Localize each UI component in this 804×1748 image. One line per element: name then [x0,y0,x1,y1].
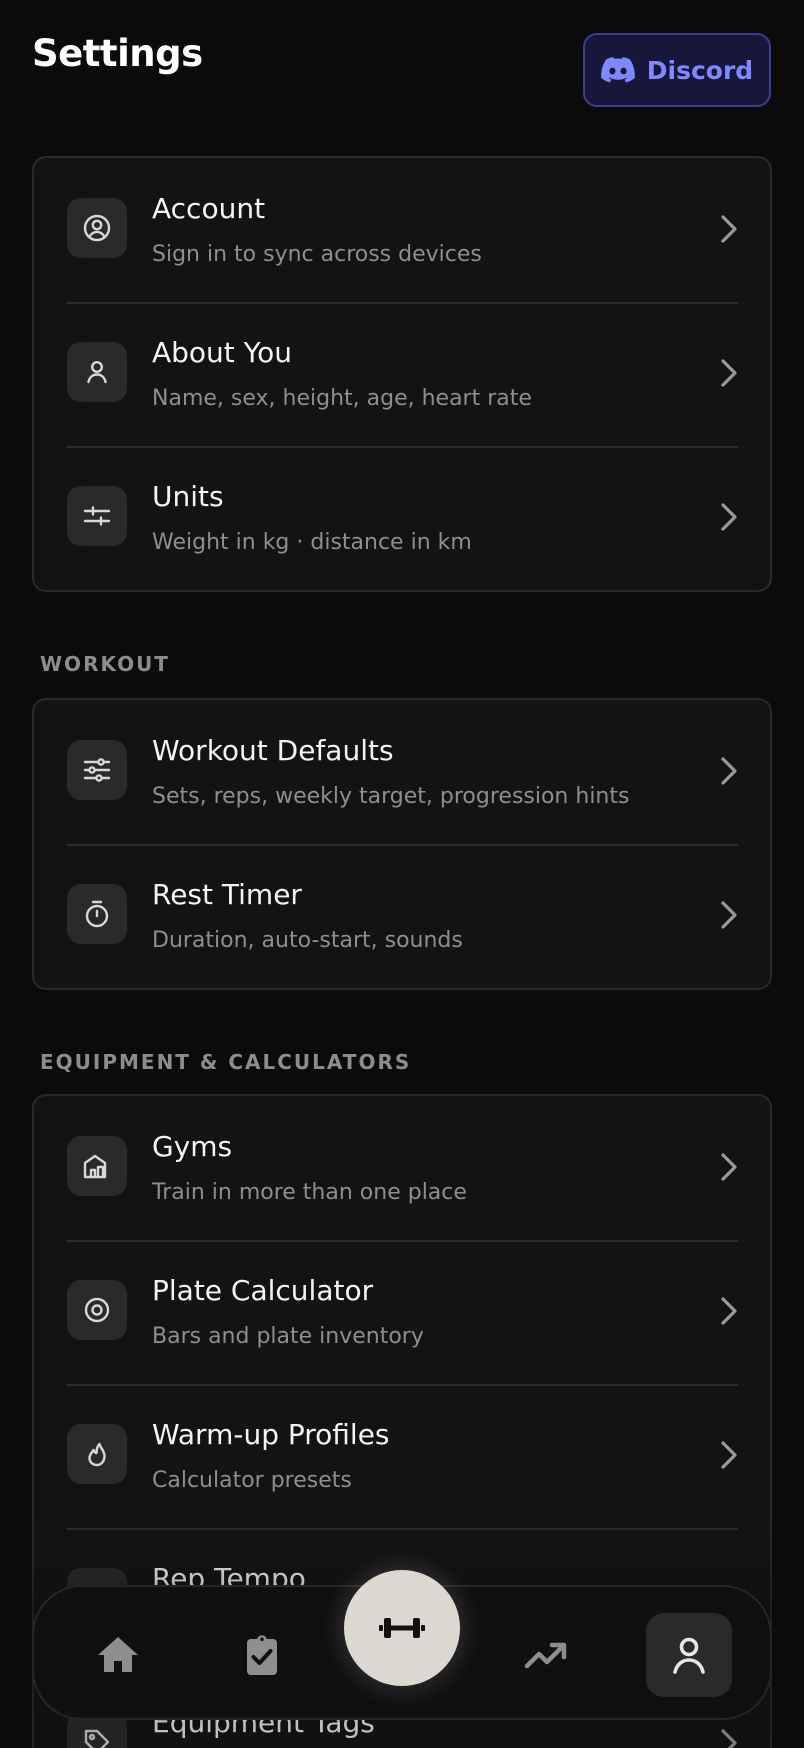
person-icon [67,342,127,402]
settings-row-about-you[interactable]: About You Name, sex, height, age, heart … [34,302,770,446]
header: Settings Discord [0,0,804,120]
row-subtitle: Duration, auto-start, sounds [152,928,463,953]
nav-profile[interactable] [646,1613,732,1697]
settings-row-account[interactable]: Account Sign in to sync across devices [34,158,770,302]
row-title: Workout Defaults [152,734,394,767]
settings-row-gyms[interactable]: Gyms Train in more than one place [34,1096,770,1240]
row-title: Account [152,192,266,225]
row-subtitle: Weight in kg · distance in km [152,530,472,555]
chevron-right-icon [721,901,737,929]
section-label-workout: WORKOUT [40,652,170,676]
discord-icon [600,57,635,83]
gym-icon [67,1136,127,1196]
chevron-right-icon [721,359,737,387]
settings-card-general: Account Sign in to sync across devices A… [32,156,772,592]
chevron-right-icon [721,215,737,243]
chevron-right-icon [721,1729,737,1748]
row-subtitle: Name, sex, height, age, heart rate [152,386,532,411]
settings-row-plate-calculator[interactable]: Plate Calculator Bars and plate inventor… [34,1240,770,1384]
chevron-right-icon [721,1153,737,1181]
trending-up-icon [524,1642,567,1669]
row-title: Plate Calculator [152,1274,374,1307]
plate-icon [67,1280,127,1340]
chevron-right-icon [721,757,737,785]
row-title: Gyms [152,1130,233,1163]
settings-row-rest-timer[interactable]: Rest Timer Duration, auto-start, sounds [34,844,770,988]
section-label-equipment: EQUIPMENT & CALCULATORS [40,1050,412,1074]
timer-icon [67,884,127,944]
nav-stats[interactable] [506,1615,586,1695]
account-circle-icon [67,198,127,258]
sliders-icon [67,486,127,546]
nav-workout-fab[interactable] [344,1570,460,1686]
row-title: Rest Timer [152,878,302,911]
settings-row-units[interactable]: Units Weight in kg · distance in km [34,446,770,590]
home-icon [98,1637,138,1672]
row-subtitle: Calculator presets [152,1468,352,1493]
equalizer-icon [67,740,127,800]
flame-icon [67,1424,127,1484]
row-subtitle: Sign in to sync across devices [152,242,482,267]
row-title: About You [152,336,292,369]
profile-icon [673,1637,705,1674]
dumbbell-icon [379,1618,425,1638]
row-subtitle: Train in more than one place [152,1180,467,1205]
discord-label: Discord [646,55,754,85]
discord-button[interactable]: Discord [583,33,771,107]
chevron-right-icon [721,1297,737,1325]
clipboard-check-icon [247,1635,277,1675]
row-title: Units [152,480,224,513]
row-title: Warm-up Profiles [152,1418,390,1451]
page-title: Settings [32,32,203,75]
nav-plan[interactable] [222,1615,302,1695]
row-subtitle: Bars and plate inventory [152,1324,424,1349]
settings-card-workout: Workout Defaults Sets, reps, weekly targ… [32,698,772,990]
chevron-right-icon [721,503,737,531]
nav-home[interactable] [78,1615,158,1695]
settings-row-warm-up-profiles[interactable]: Warm-up Profiles Calculator presets [34,1384,770,1528]
row-subtitle: Sets, reps, weekly target, progression h… [152,784,630,809]
settings-row-workout-defaults[interactable]: Workout Defaults Sets, reps, weekly targ… [34,700,770,844]
chevron-right-icon [721,1441,737,1469]
